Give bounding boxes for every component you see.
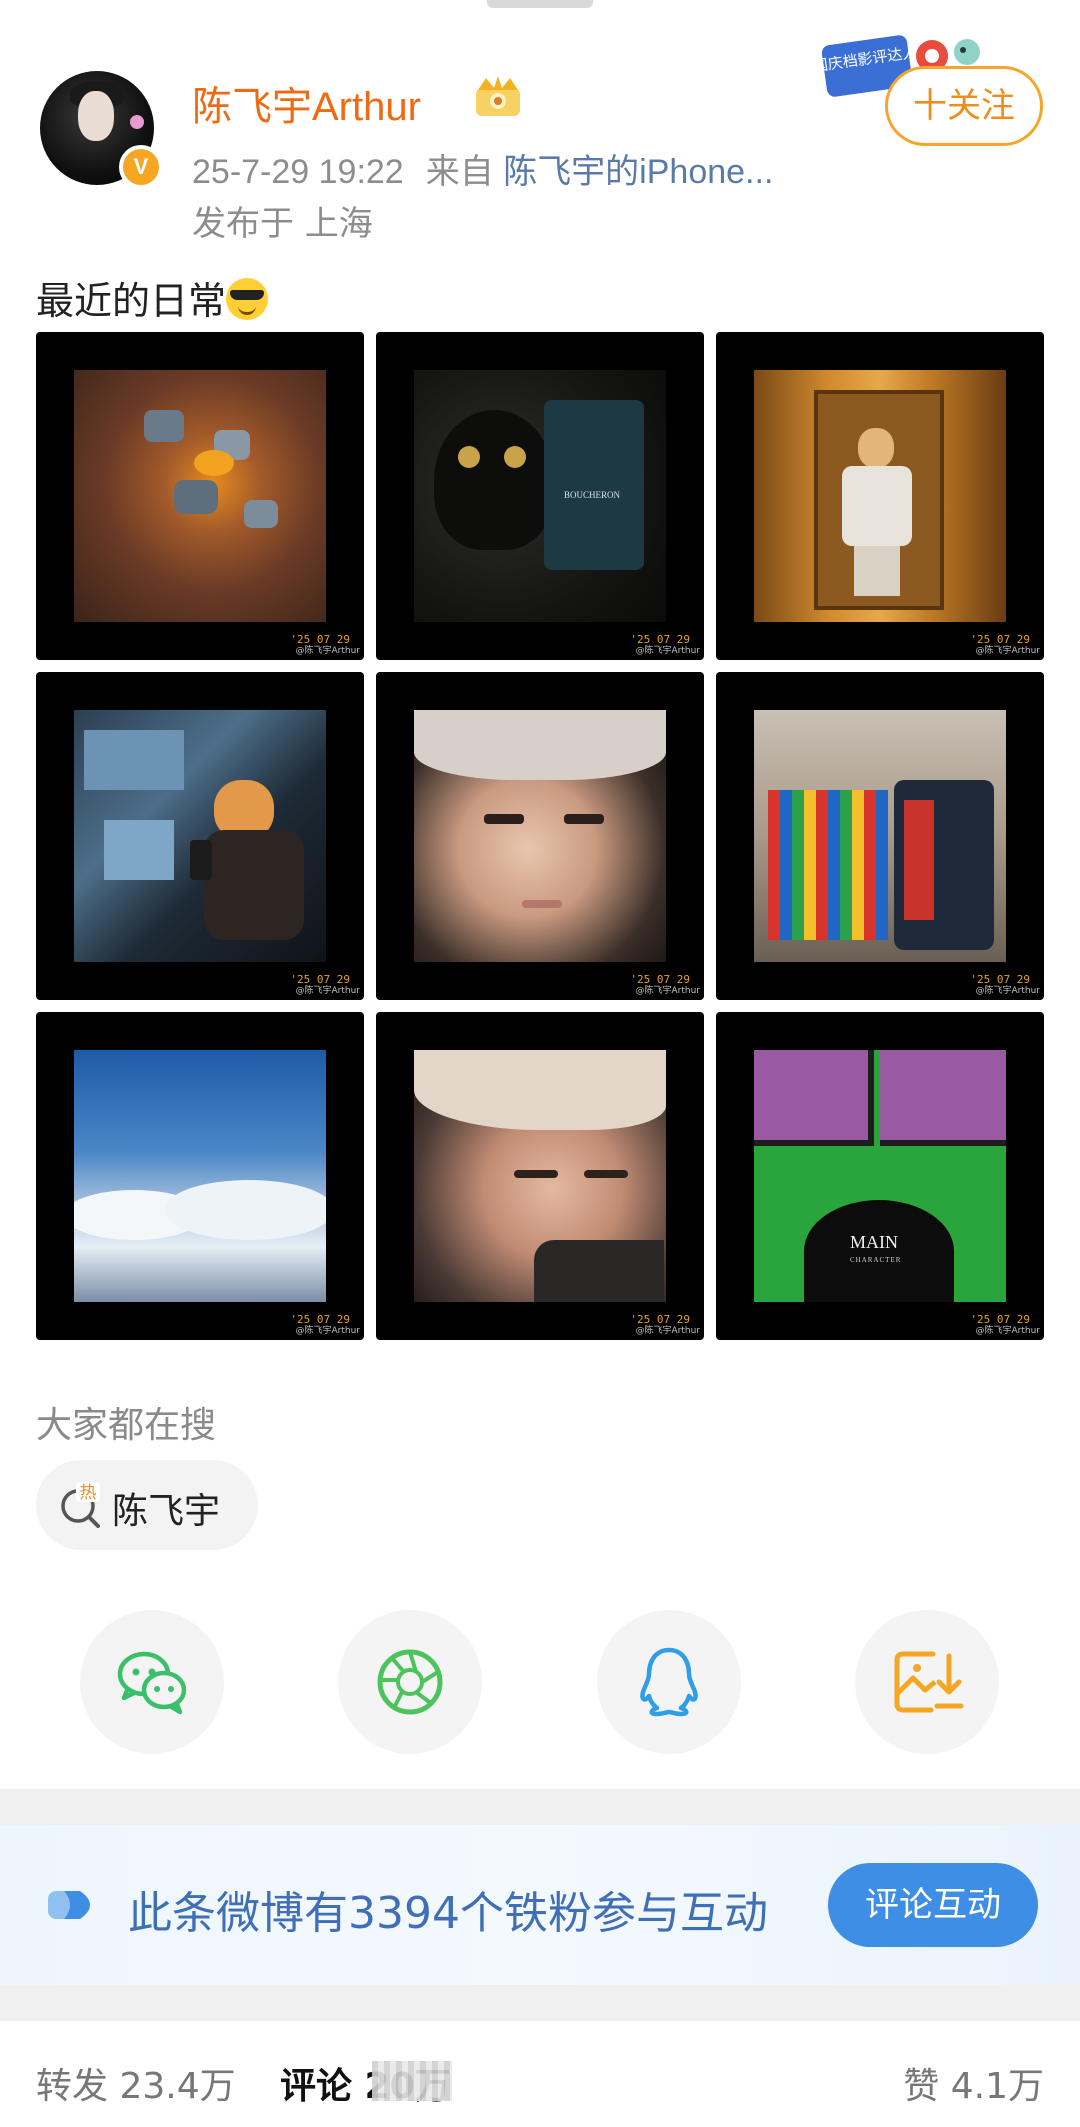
- wechat-icon: [117, 1651, 187, 1715]
- moments-icon: [377, 1649, 443, 1715]
- post-location: 发布于 上海: [192, 204, 373, 244]
- section-divider: [0, 1789, 1080, 1825]
- chip-label: 陈飞宇: [112, 1491, 221, 1532]
- fans-icon: [48, 1891, 90, 1919]
- post-meta: 25-7-29 19:22 来自 陈飞宇的iPhone...: [192, 144, 773, 193]
- post-text: 最近的日常: [36, 270, 269, 325]
- photo-watermark: @陈飞宇Arthur: [975, 986, 1041, 996]
- photo-watermark: @陈飞宇Arthur: [975, 1326, 1041, 1336]
- post-timestamp: 25-7-29 19:22: [192, 153, 404, 191]
- trending-search-title: 大家都在搜: [36, 1405, 217, 1446]
- fans-interaction-text: 此条微博有3394个铁粉参与互动: [128, 1888, 768, 1939]
- photo-thumbnail-8[interactable]: '25 07 29 @陈飞宇Arthur: [376, 1012, 704, 1340]
- photo-thumbnail-5[interactable]: '25 07 29 @陈飞宇Arthur: [376, 672, 704, 1000]
- crown-icon: [476, 76, 520, 116]
- qq-icon: [640, 1647, 698, 1717]
- interaction-tabs: 转发 23.4万 评论 20万 赞 4.1万: [0, 2021, 1080, 2127]
- photo-thumbnail-2[interactable]: BOUCHERON '25 07 29 @陈飞宇Arthur: [376, 332, 704, 660]
- photo-watermark: @陈飞宇Arthur: [295, 986, 361, 996]
- post-text-content: 最近的日常: [36, 279, 227, 323]
- photo-watermark: @陈飞宇Arthur: [295, 646, 361, 656]
- tab-repost[interactable]: 转发 23.4万: [36, 2057, 236, 2109]
- verified-badge: V: [119, 145, 163, 189]
- photo-thumbnail-6[interactable]: '25 07 29 @陈飞宇Arthur: [716, 672, 1044, 1000]
- share-moments-button[interactable]: [338, 1610, 482, 1754]
- food-photo: [74, 370, 326, 622]
- photo-grid: '25 07 29 @陈飞宇Arthur BOUCHERON '25 07 29…: [36, 332, 1044, 1340]
- trending-search-chip[interactable]: 热 陈飞宇: [36, 1460, 258, 1550]
- tab-like[interactable]: 赞 4.1万: [903, 2057, 1044, 2109]
- device-link[interactable]: 陈飞宇的iPhone...: [503, 153, 773, 191]
- green-screen-photo: MAIN CHARACTER: [754, 1050, 1006, 1302]
- photo-thumbnail-7[interactable]: '25 07 29 @陈飞宇Arthur: [36, 1012, 364, 1340]
- hot-search-icon: 热: [61, 1482, 100, 1528]
- mirror-selfie-photo: [754, 370, 1006, 622]
- photo-thumbnail-4[interactable]: '25 07 29 @陈飞宇Arthur: [36, 672, 364, 1000]
- follow-button[interactable]: 十关注: [885, 66, 1043, 146]
- photo-watermark: @陈飞宇Arthur: [635, 986, 701, 996]
- photo-thumbnail-9[interactable]: MAIN CHARACTER '25 07 29 @陈飞宇Arthur: [716, 1012, 1044, 1340]
- drag-handle[interactable]: [487, 0, 593, 8]
- share-qq-button[interactable]: [597, 1610, 741, 1754]
- photo-watermark: @陈飞宇Arthur: [975, 646, 1041, 656]
- gym-selfie-photo: [74, 710, 326, 962]
- boucheron-sign: BOUCHERON: [564, 490, 621, 500]
- section-divider: [0, 1985, 1080, 2021]
- save-image-button[interactable]: [855, 1610, 999, 1754]
- sky-clouds-photo: [74, 1050, 326, 1302]
- cap-text-sub: CHARACTER: [850, 1256, 902, 1264]
- share-wechat-button[interactable]: [80, 1610, 224, 1754]
- striped-bags-photo: [754, 710, 1006, 962]
- svg-text:热: 热: [80, 1483, 97, 1503]
- cap-text-main: MAIN: [850, 1232, 898, 1252]
- photo-thumbnail-3[interactable]: '25 07 29 @陈飞宇Arthur: [716, 332, 1044, 660]
- photo-watermark: @陈飞宇Arthur: [635, 646, 701, 656]
- sunglasses-emoji-icon: [226, 278, 269, 320]
- from-label: 来自: [425, 153, 494, 191]
- portrait-photo: [414, 1050, 666, 1302]
- portrait-photo: [414, 710, 666, 962]
- username[interactable]: 陈飞宇Arthur: [192, 74, 421, 132]
- photo-watermark: @陈飞宇Arthur: [635, 1326, 701, 1336]
- comment-interact-button[interactable]: 评论互动: [828, 1863, 1038, 1947]
- mosaic-overlay: [372, 2061, 452, 2101]
- fans-interaction-banner: 此条微博有3394个铁粉参与互动 评论互动: [0, 1825, 1080, 1985]
- cat-photo: BOUCHERON: [414, 370, 666, 622]
- photo-thumbnail-1[interactable]: '25 07 29 @陈飞宇Arthur: [36, 332, 364, 660]
- photo-watermark: @陈飞宇Arthur: [295, 1326, 361, 1336]
- save-image-icon: [894, 1651, 964, 1713]
